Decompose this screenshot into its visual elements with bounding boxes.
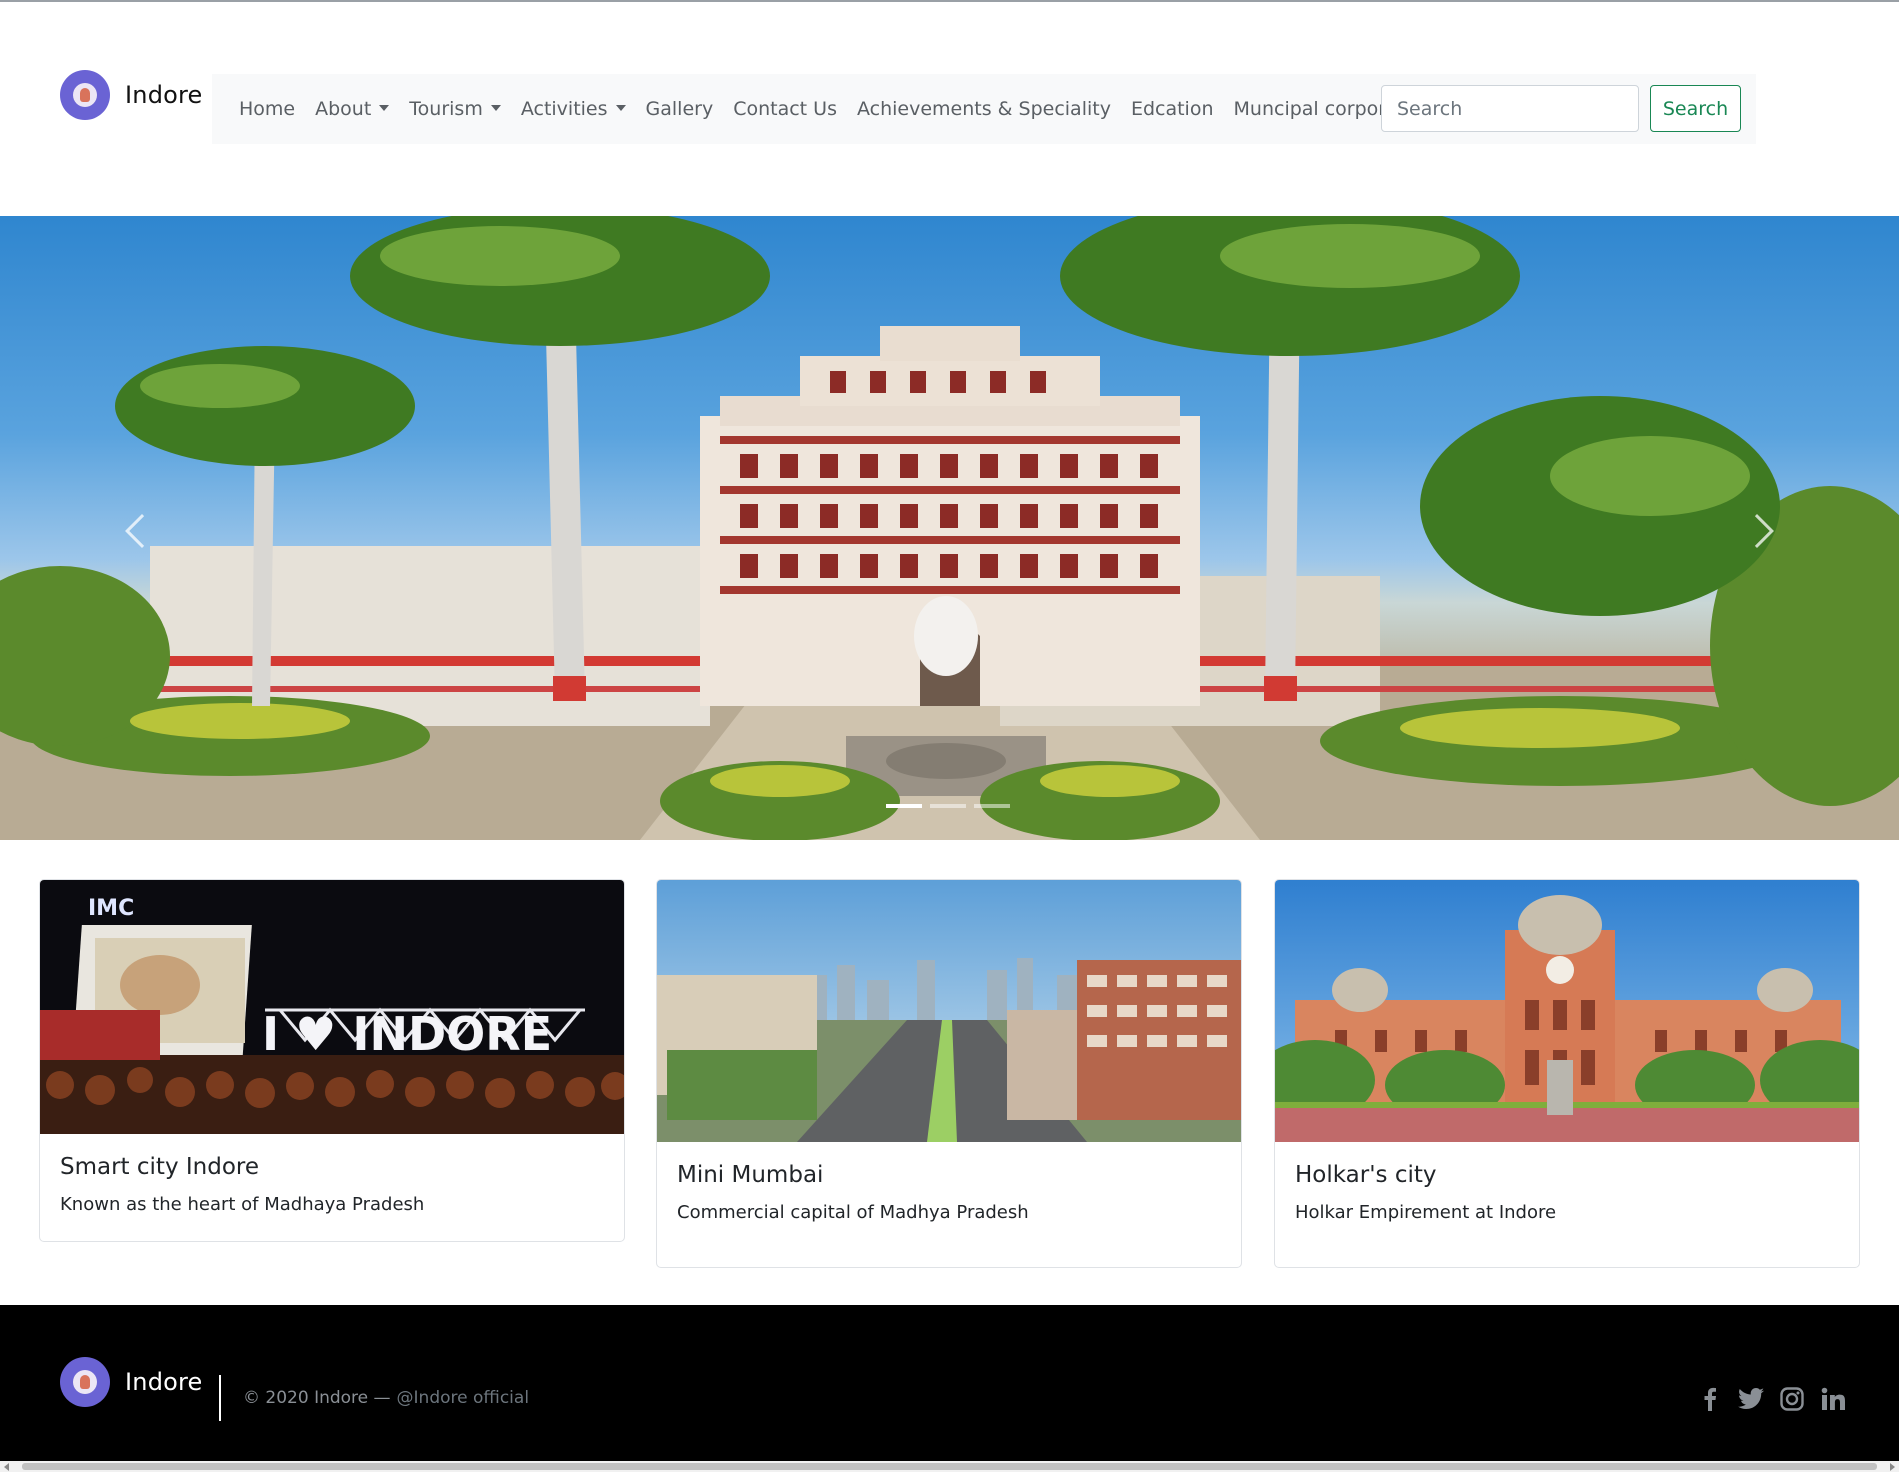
card-holkars-city: Holkar's city Holkar Empirement at Indor… [1274, 879, 1860, 1268]
copyright-label: © 2020 Indore — [243, 1388, 391, 1408]
chevron-left-icon [125, 514, 159, 548]
scroll-left-icon[interactable] [4, 1463, 9, 1471]
nav-tourism-dropdown[interactable]: Tourism [399, 98, 511, 120]
carousel-indicator-3[interactable] [974, 804, 1010, 808]
copyright-text: © 2020 Indore — @Indore official [243, 1388, 529, 1408]
scroll-right-icon[interactable] [1890, 1463, 1895, 1471]
i-love-indore-image: IMC I ♥ INDORE [40, 880, 624, 1134]
site-footer: Indore © 2020 Indore — @Indore official [0, 1305, 1899, 1461]
search-input[interactable] [1381, 85, 1639, 132]
card-title: Holkar's city [1295, 1162, 1437, 1188]
facebook-icon[interactable] [1696, 1385, 1723, 1412]
carousel-next-button[interactable] [1727, 496, 1787, 566]
social-links [1696, 1385, 1846, 1412]
brand-name: Indore [125, 81, 203, 109]
holkar-palace-image [1275, 880, 1859, 1142]
nav-contact-us[interactable]: Contact Us [723, 98, 847, 120]
nav-about-dropdown[interactable]: About [305, 98, 399, 120]
nav-gallery[interactable]: Gallery [636, 98, 724, 120]
nav-achievements[interactable]: Achievements & Speciality [847, 98, 1121, 120]
hero-carousel [0, 216, 1899, 840]
i-love-indore-sign: I ♥ INDORE [262, 1007, 552, 1061]
card-text: Holkar Empirement at Indore [1295, 1202, 1557, 1223]
official-handle-link[interactable]: @Indore official [397, 1388, 530, 1408]
instagram-icon[interactable] [1778, 1385, 1805, 1412]
brand-link[interactable]: Indore [60, 70, 203, 120]
twitter-icon[interactable] [1737, 1385, 1764, 1412]
card-title: Smart city Indore [60, 1154, 259, 1180]
imc-sign-text: IMC [88, 896, 134, 921]
footer-brand-name: Indore [125, 1368, 203, 1396]
chevron-right-icon [1740, 514, 1774, 548]
linkedin-icon[interactable] [1819, 1385, 1846, 1412]
card-text: Known as the heart of Madhaya Pradesh [60, 1194, 425, 1215]
city-aerial-image [657, 880, 1241, 1142]
main-navbar: Home About Tourism Activities Gallery Co… [212, 74, 1756, 144]
nav-home[interactable]: Home [229, 98, 305, 120]
carousel-indicator-2[interactable] [930, 804, 966, 808]
caret-down-icon [490, 104, 501, 111]
footer-brand-link[interactable]: Indore [60, 1357, 203, 1407]
caret-down-icon [615, 104, 626, 111]
nav-activities-dropdown[interactable]: Activities [511, 98, 636, 120]
card-title: Mini Mumbai [677, 1162, 824, 1188]
site-header: Indore Home About Tourism Activities Gal… [0, 2, 1899, 216]
horizontal-scrollbar[interactable] [0, 1461, 1899, 1472]
carousel-indicator-1[interactable] [886, 804, 922, 808]
nav-education[interactable]: Edcation [1121, 98, 1224, 120]
caret-down-icon [379, 104, 390, 111]
rajwada-palace-image [0, 216, 1899, 840]
card-text: Commercial capital of Madhya Pradesh [677, 1202, 1029, 1223]
scrollbar-thumb[interactable] [22, 1463, 1877, 1470]
footer-divider [219, 1375, 221, 1421]
indore-emblem-icon [60, 1357, 110, 1407]
search-button[interactable]: Search [1650, 85, 1741, 132]
card-mini-mumbai: Mini Mumbai Commercial capital of Madhya… [656, 879, 1242, 1268]
carousel-indicators [886, 804, 1010, 808]
indore-emblem-icon [60, 70, 110, 120]
carousel-prev-button[interactable] [112, 496, 172, 566]
card-smart-city: IMC I ♥ INDORE Smart city Indore Known a… [39, 879, 625, 1242]
